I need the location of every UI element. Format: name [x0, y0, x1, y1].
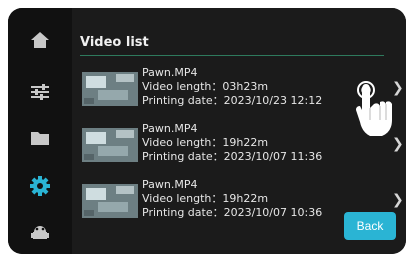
nav-system-settings[interactable] — [28, 174, 52, 198]
video-length: Video length：19h22m — [142, 192, 269, 205]
folder-icon — [31, 132, 49, 145]
hand-pointer-icon — [356, 81, 392, 136]
home-icon — [31, 32, 49, 48]
nav-files[interactable] — [28, 126, 52, 150]
back-button[interactable]: Back — [344, 212, 396, 240]
video-name: Pawn.MP4 — [142, 122, 198, 135]
video-name: Pawn.MP4 — [142, 66, 198, 79]
video-name: Pawn.MP4 — [142, 178, 198, 191]
nav-home[interactable] — [28, 28, 52, 52]
video-list-panel: Video list Pawn.MP4 Video length：03h23m … — [72, 8, 406, 254]
printing-date: Printing date：2023/10/07 10:36 — [142, 206, 323, 219]
sliders-icon — [31, 84, 49, 100]
video-length: Video length：19h22m — [142, 136, 269, 149]
device-screen: Video list Pawn.MP4 Video length：03h23m … — [8, 8, 406, 254]
gear-icon — [30, 176, 50, 196]
video-length: Video length：03h23m — [142, 80, 269, 93]
title-divider — [80, 55, 384, 56]
video-thumbnail — [82, 184, 138, 218]
printing-date: Printing date：2023/10/07 11:36 — [142, 150, 323, 163]
nav-settings-adjust[interactable] — [28, 80, 52, 104]
page-title: Video list — [80, 35, 149, 50]
nav-device[interactable] — [28, 220, 52, 244]
robot-icon — [31, 226, 49, 239]
sidebar — [8, 8, 72, 254]
video-thumbnail — [82, 128, 138, 162]
printing-date: Printing date：2023/10/23 12:12 — [142, 94, 323, 107]
video-thumbnail — [82, 72, 138, 106]
chevron-right-icon[interactable]: ❯ — [392, 192, 404, 208]
